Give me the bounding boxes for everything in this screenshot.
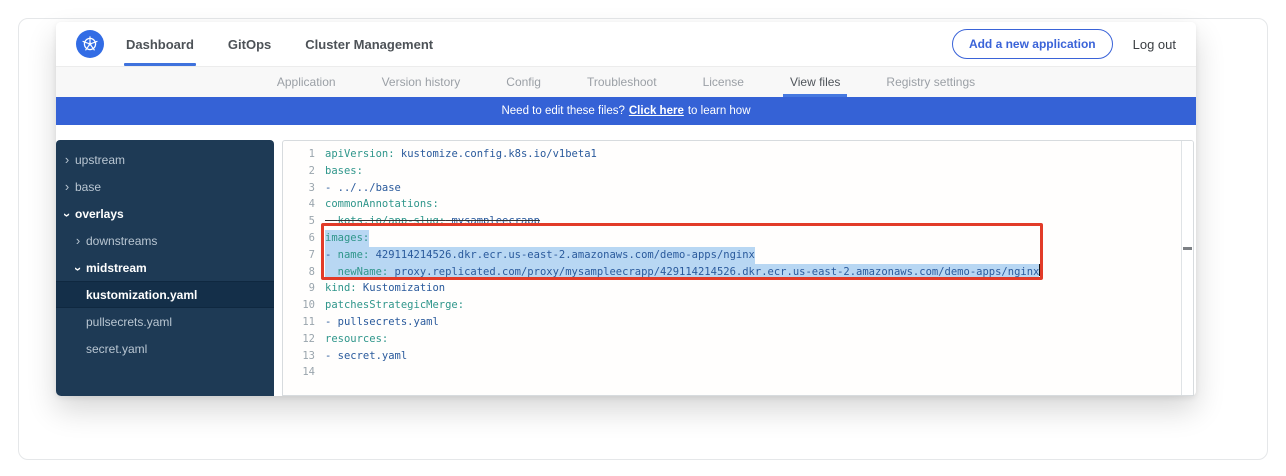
admin-console-card: Dashboard GitOps Cluster Management Add a … xyxy=(56,22,1196,396)
line-text: - ../../base xyxy=(325,180,401,197)
code-line-12[interactable]: 12resources: xyxy=(283,331,1181,348)
scrollbar-thumb[interactable] xyxy=(1183,247,1192,250)
tree-item-downstreams[interactable]: ›downstreams xyxy=(56,227,274,254)
line-text: resources: xyxy=(325,331,388,348)
edit-files-banner: Need to edit these files? Click here to … xyxy=(56,97,1196,125)
tree-item-kustomization-yaml[interactable]: kustomization.yaml xyxy=(56,281,274,308)
top-header: Dashboard GitOps Cluster Management Add a … xyxy=(56,22,1196,67)
tree-item-label: midstream xyxy=(86,261,147,275)
line-text: kots.io/app-slug: mysampleecrapp xyxy=(325,213,540,230)
line-number: 14 xyxy=(283,364,325,381)
line-number: 3 xyxy=(283,180,325,197)
app-subnav: Application Version history Config Troubles… xyxy=(56,67,1196,97)
line-number: 12 xyxy=(283,331,325,348)
nav-tab-gitops[interactable]: GitOps xyxy=(228,22,271,66)
banner-text-after: to learn how xyxy=(688,105,751,117)
logout-link[interactable]: Log out xyxy=(1133,37,1176,52)
line-text: newName: proxy.replicated.com/proxy/mysa… xyxy=(325,264,1039,281)
tree-item-label: pullsecrets.yaml xyxy=(86,315,172,329)
tree-item-overlays[interactable]: ›overlays xyxy=(56,200,274,227)
tree-item-upstream[interactable]: ›upstream xyxy=(56,146,274,173)
code-line-4[interactable]: 4commonAnnotations: xyxy=(283,196,1181,213)
tree-item-label: downstreams xyxy=(86,234,157,248)
file-tree-sidebar[interactable]: ›upstream›base›overlays›downstreams›mids… xyxy=(56,140,274,396)
tree-item-label: base xyxy=(75,180,101,194)
subnav-tab-registry-settings[interactable]: Registry settings xyxy=(886,67,975,97)
line-text: apiVersion: kustomize.config.k8s.io/v1be… xyxy=(325,146,597,163)
tree-item-base[interactable]: ›base xyxy=(56,173,274,200)
yaml-editor[interactable]: 1apiVersion: kustomize.config.k8s.io/v1b… xyxy=(282,140,1194,396)
line-text: bases: xyxy=(325,163,363,180)
line-text: - pullsecrets.yaml xyxy=(325,314,439,331)
code-line-11[interactable]: 11- pullsecrets.yaml xyxy=(283,314,1181,331)
line-number: 7 xyxy=(283,247,325,264)
chevron-right-icon: › xyxy=(62,155,72,165)
line-number: 8 xyxy=(283,264,325,281)
code-line-1[interactable]: 1apiVersion: kustomize.config.k8s.io/v1b… xyxy=(283,146,1181,163)
subnav-tab-license[interactable]: License xyxy=(703,67,744,97)
chevron-right-icon: › xyxy=(62,182,72,192)
line-text: images: xyxy=(325,230,369,247)
code-line-14[interactable]: 14 xyxy=(283,364,1181,381)
line-text: patchesStrategicMerge: xyxy=(325,297,464,314)
code-line-2[interactable]: 2bases: xyxy=(283,163,1181,180)
line-text: commonAnnotations: xyxy=(325,196,439,213)
subnav-tab-version-history[interactable]: Version history xyxy=(382,67,461,97)
text-cursor xyxy=(1039,264,1041,276)
main-nav: Dashboard GitOps Cluster Management xyxy=(126,22,433,66)
code-line-9[interactable]: 9kind: Kustomization xyxy=(283,280,1181,297)
code-line-8[interactable]: 8 newName: proxy.replicated.com/proxy/my… xyxy=(283,264,1181,281)
line-number: 6 xyxy=(283,230,325,247)
subnav-tab-troubleshoot[interactable]: Troubleshoot xyxy=(587,67,657,97)
chevron-down-icon: › xyxy=(62,210,72,220)
code-line-6[interactable]: 6images: xyxy=(283,230,1181,247)
line-number: 1 xyxy=(283,146,325,163)
line-number: 2 xyxy=(283,163,325,180)
view-files-content: ›upstream›base›overlays›downstreams›mids… xyxy=(56,125,1196,396)
editor-scrollbar[interactable] xyxy=(1181,141,1193,395)
nav-tab-cluster-management[interactable]: Cluster Management xyxy=(305,22,433,66)
subnav-tab-view-files[interactable]: View files xyxy=(790,67,840,97)
tree-item-label: overlays xyxy=(75,207,124,221)
tree-item-label: secret.yaml xyxy=(86,342,147,356)
nav-tab-dashboard[interactable]: Dashboard xyxy=(126,22,194,66)
subnav-tab-config[interactable]: Config xyxy=(506,67,541,97)
tree-item-label: kustomization.yaml xyxy=(86,288,197,302)
line-number: 4 xyxy=(283,196,325,213)
code-line-7[interactable]: 7- name: 429114214526.dkr.ecr.us-east-2.… xyxy=(283,247,1181,264)
line-number: 9 xyxy=(283,280,325,297)
code-line-3[interactable]: 3- ../../base xyxy=(283,180,1181,197)
tree-item-secret-yaml[interactable]: secret.yaml xyxy=(56,335,274,362)
tree-item-midstream[interactable]: ›midstream xyxy=(56,254,274,281)
banner-text-before: Need to edit these files? xyxy=(501,105,624,117)
line-number: 5 xyxy=(283,213,325,230)
subnav-tab-application[interactable]: Application xyxy=(277,67,336,97)
line-text: - secret.yaml xyxy=(325,348,407,365)
tree-item-pullsecrets-yaml[interactable]: pullsecrets.yaml xyxy=(56,308,274,335)
code-line-13[interactable]: 13- secret.yaml xyxy=(283,348,1181,365)
click-here-link[interactable]: Click here xyxy=(629,105,684,117)
add-application-button[interactable]: Add a new application xyxy=(952,29,1113,59)
code-area[interactable]: 1apiVersion: kustomize.config.k8s.io/v1b… xyxy=(283,141,1181,395)
line-number: 13 xyxy=(283,348,325,365)
line-number: 11 xyxy=(283,314,325,331)
code-line-10[interactable]: 10patchesStrategicMerge: xyxy=(283,297,1181,314)
line-text: - name: 429114214526.dkr.ecr.us-east-2.a… xyxy=(325,247,755,264)
chevron-right-icon: › xyxy=(73,236,83,246)
chevron-down-icon: › xyxy=(73,264,83,274)
line-number: 10 xyxy=(283,297,325,314)
code-line-5[interactable]: 5 kots.io/app-slug: mysampleecrapp xyxy=(283,213,1181,230)
kubernetes-logo-icon xyxy=(76,30,104,58)
line-text: kind: Kustomization xyxy=(325,280,445,297)
tree-item-label: upstream xyxy=(75,153,125,167)
